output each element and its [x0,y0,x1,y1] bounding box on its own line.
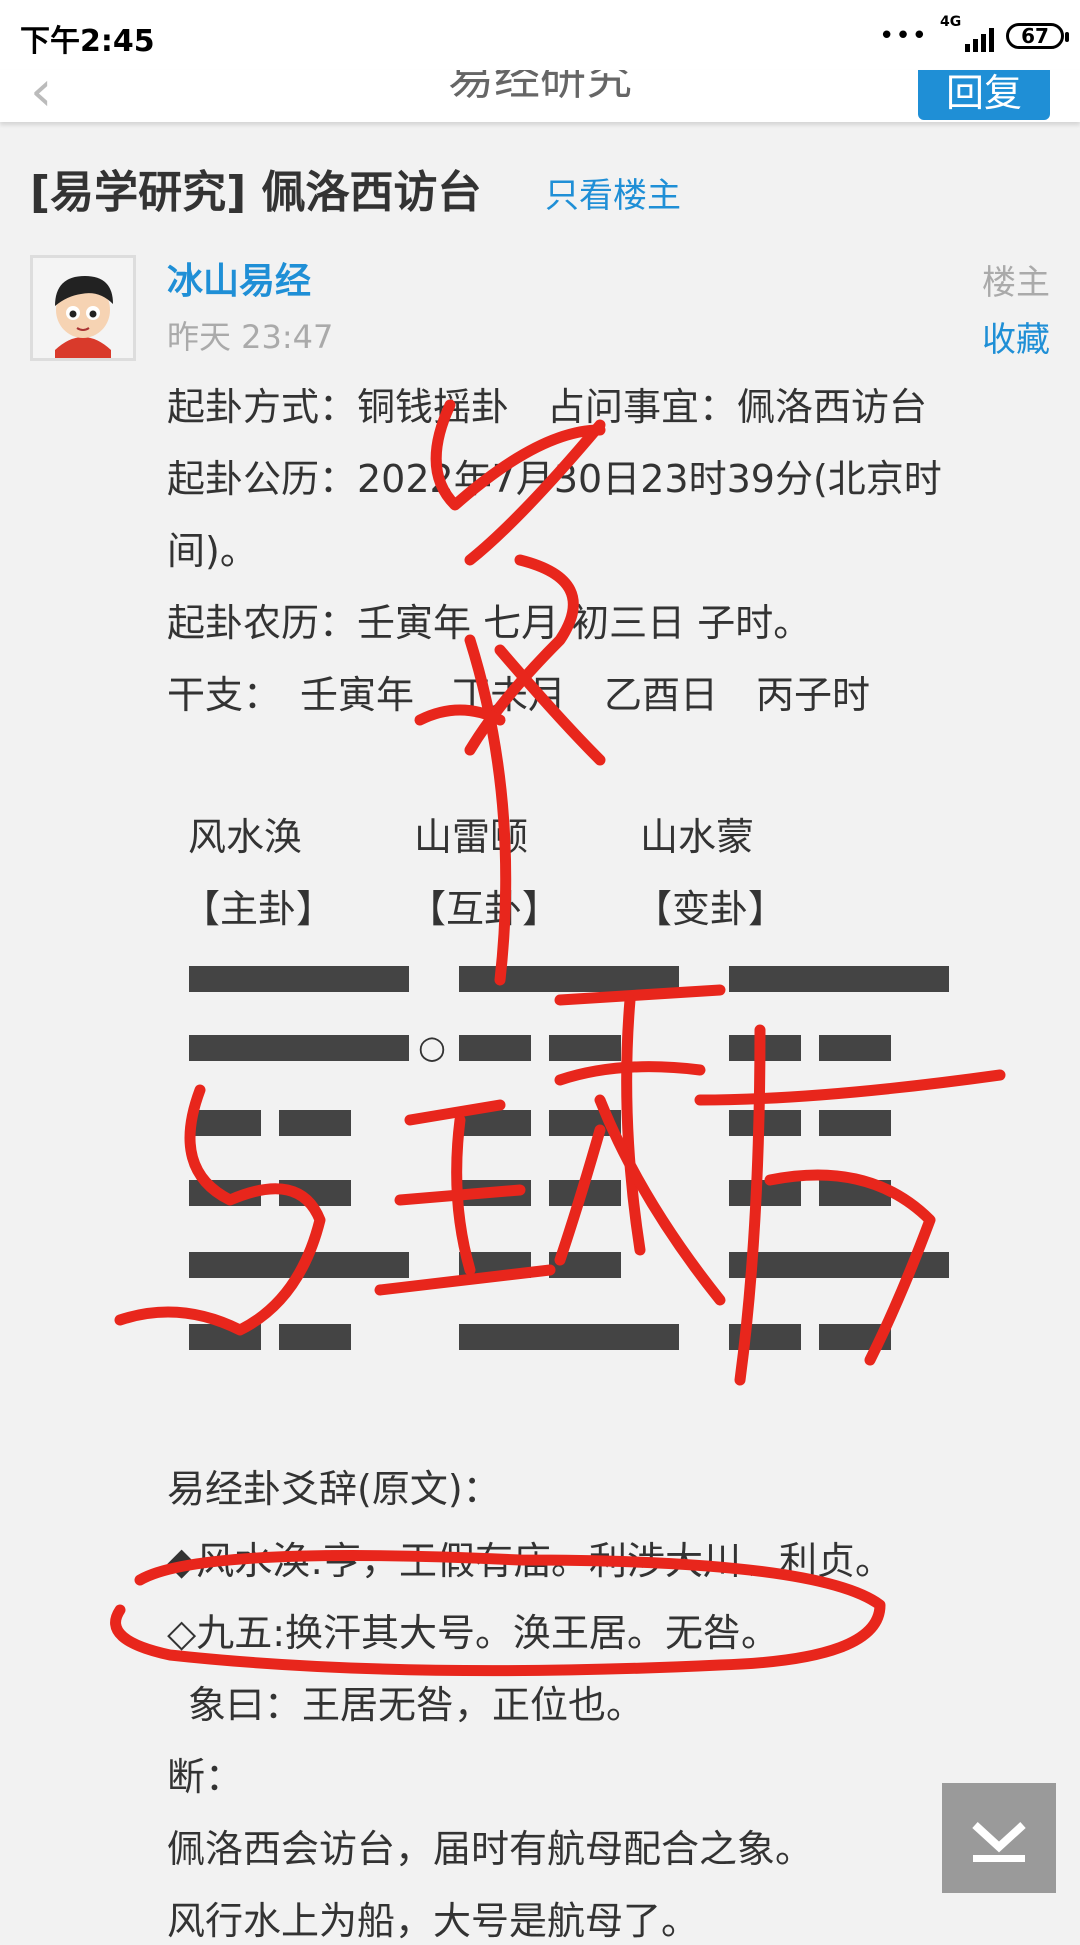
post-text-line: 佩洛西会访台，届时有航母配合之象。 [167,1827,814,1871]
more-dots-icon: ••• [878,21,928,51]
post-text-line: 风行水上为船，大号是航母了。 [167,1899,700,1943]
post-text-line: 起卦农历：壬寅年 七月 初三日 子时。 [167,601,812,645]
yang-line [189,1252,409,1278]
yang-line [189,1035,409,1061]
yang-line [459,1324,679,1350]
yin-line [459,1110,621,1136]
yin-line [459,1035,621,1061]
post-text-line: 断： [167,1755,244,1799]
post-time: 昨天 23:47 [167,318,334,356]
signal-icon: 4G [940,14,994,54]
yin-line [189,1180,351,1206]
battery-icon: 67 [1006,23,1069,49]
thread-title: [易学研究] 佩洛西访台 [30,167,482,218]
only-op-link[interactable]: 只看楼主 [545,168,681,217]
arrow-down-to-bottom-icon [972,1822,1026,1862]
post-text-line: 间)。 [167,529,258,573]
post-text-line: 起卦公历：2022年7月30日23时39分(北京时 [167,457,942,501]
hexagram-name: 山水蒙 [640,815,755,859]
network-type: 4G [940,14,962,30]
yin-line [729,1110,891,1136]
hexagram-tag: 【互卦】 [408,887,561,931]
hexagram-tag: 【主卦】 [182,887,335,931]
post-text-line: 干支： 壬寅年 丁未月 乙酉日 丙子时 [167,673,871,717]
post-text-line: 易经卦爻辞(原文)： [167,1467,501,1511]
author-name[interactable]: 冰山易经 [167,252,311,304]
hexagram-tag: 【变卦】 [634,887,787,931]
yin-line [729,1180,891,1206]
scroll-to-bottom-button[interactable] [942,1783,1056,1893]
hexagram-name: 风水涣 [188,815,303,859]
yin-line [459,1180,621,1206]
status-bar: 下午2:45 ••• 4G 67 [0,0,1080,70]
reply-button[interactable]: 回复 [918,70,1050,120]
battery-level: 67 [1021,24,1049,48]
yang-line [459,966,679,992]
status-icons: ••• 4G 67 [878,14,1069,58]
favorite-link[interactable]: 收藏 [982,312,1050,361]
post-text-line: ◆风水涣:亨，王假有庙。利涉大川、利贞。 [167,1539,894,1583]
top-nav: ‹ 易经研究 回复 [0,70,1080,122]
post-text-line: 起卦方式：铜钱摇卦 占问事宜：佩洛西访台 [167,385,928,429]
post-text-line: 象曰：王居无咎，正位也。 [188,1683,645,1727]
avatar[interactable] [30,255,136,361]
yin-line [729,1324,891,1350]
moving-line-marker: ○ [418,1028,446,1066]
hexagram-name: 山雷颐 [414,815,529,859]
yin-line [189,1324,351,1350]
yang-line [729,1252,949,1278]
yin-line [459,1252,621,1278]
yang-line [729,966,949,992]
avatar-face-icon [33,258,133,358]
yin-line [729,1035,891,1061]
yin-line [189,1110,351,1136]
yang-line [189,966,409,992]
op-badge: 楼主 [982,263,1050,303]
post-text-line: ◇九五:换汗其大号。涣王居。无咎。 [167,1611,780,1655]
status-time: 下午2:45 [20,24,155,59]
